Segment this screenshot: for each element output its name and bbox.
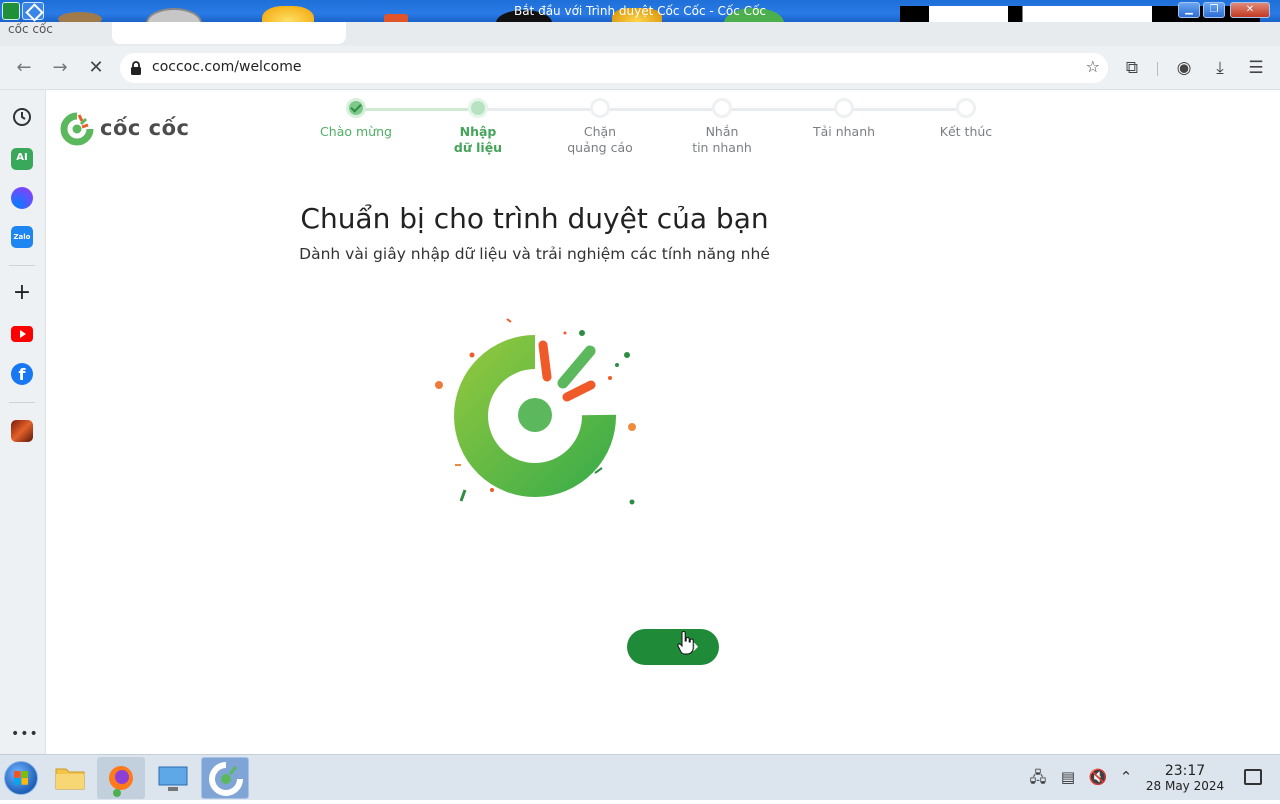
step-finish: Kết thúc bbox=[906, 98, 1026, 140]
step-dot bbox=[956, 98, 976, 118]
active-tab[interactable] bbox=[112, 22, 346, 44]
toolbar-divider bbox=[1157, 62, 1158, 76]
page-title: Chuẩn bị cho trình duyệt của bạn bbox=[300, 202, 769, 235]
game-icon[interactable] bbox=[11, 420, 33, 442]
step-label: Tải nhanh bbox=[812, 124, 876, 139]
back-button[interactable]: ← bbox=[12, 56, 36, 80]
tab-strip: cốc cốc bbox=[0, 22, 1280, 46]
remote-desktop-icon[interactable] bbox=[149, 757, 197, 799]
page-subtitle: Dành vài giây nhập dữ liệu và trải nghiệ… bbox=[299, 245, 770, 263]
taskbar: 🖧 ▤ 🔇 ⌃ 23:17 28 May 2024 bbox=[0, 754, 1280, 800]
firefox-icon[interactable] bbox=[97, 757, 145, 799]
youtube-icon[interactable] bbox=[11, 323, 33, 345]
star-icon[interactable]: ☆ bbox=[1086, 57, 1100, 76]
close-icon: ✕ bbox=[1245, 4, 1255, 15]
start-button[interactable] bbox=[4, 761, 38, 795]
restore-button[interactable]: ❐ bbox=[1203, 2, 1225, 18]
history-icon[interactable] bbox=[11, 106, 33, 128]
clock-time: 23:17 bbox=[1164, 763, 1206, 779]
step-messaging: Nhắn tin nhanh bbox=[662, 98, 782, 156]
coccoc-hero-logo-icon bbox=[435, 318, 636, 505]
stop-button[interactable]: ✕ bbox=[84, 56, 108, 80]
lock-icon bbox=[131, 61, 141, 75]
ai-icon[interactable]: AI bbox=[11, 148, 33, 170]
step-dot bbox=[590, 98, 610, 118]
notification-icon[interactable] bbox=[1244, 769, 1262, 785]
network-icon[interactable]: 🖧 bbox=[1028, 767, 1048, 787]
step-ad-block: Chặn quảng cáo bbox=[540, 98, 660, 156]
step-dot bbox=[834, 98, 854, 118]
step-label: Nhập dữ liệu bbox=[453, 124, 503, 155]
step-fast-download: Tải nhanh bbox=[784, 98, 904, 140]
menu-icon[interactable]: ☰ bbox=[1244, 56, 1268, 80]
extensions-icon[interactable]: ⧉ bbox=[1120, 56, 1144, 80]
welcome-page: cốc cốc Chào mừng Nhập dữ liệu Chặn quản… bbox=[47, 90, 1280, 754]
system-clock[interactable]: 23:17 28 May 2024 bbox=[1140, 763, 1230, 794]
step-dot bbox=[712, 98, 732, 118]
minimize-icon: ▁ bbox=[1185, 4, 1193, 15]
url-text[interactable]: coccoc.com/welcome bbox=[152, 59, 301, 75]
restore-icon: ❐ bbox=[1209, 4, 1219, 15]
step-dot bbox=[468, 98, 488, 118]
side-divider bbox=[9, 402, 35, 403]
clock-date: 28 May 2024 bbox=[1145, 779, 1225, 793]
clipboard-icon[interactable]: ▤ bbox=[1058, 767, 1078, 787]
step-import-data: Nhập dữ liệu bbox=[418, 98, 538, 156]
download-icon[interactable]: ⤓ bbox=[1208, 56, 1232, 80]
logo-text: cốc cốc bbox=[100, 116, 190, 140]
address-bar[interactable]: coccoc.com/welcome ☆ bbox=[120, 53, 1108, 83]
step-label: Chào mừng bbox=[320, 124, 392, 139]
zalo-icon[interactable]: Zalo bbox=[11, 226, 33, 248]
more-icon[interactable]: ••• bbox=[11, 726, 39, 742]
browser-toolbar: ← → ✕ coccoc.com/welcome ☆ ⧉ ◉ ⤓ ☰ bbox=[0, 46, 1280, 90]
next-button[interactable]: → bbox=[627, 629, 719, 665]
close-button[interactable]: ✕ bbox=[1230, 2, 1270, 18]
coccoc-icon[interactable] bbox=[201, 757, 249, 799]
side-panel: AI Zalo + f ••• bbox=[0, 90, 46, 754]
volume-muted-icon[interactable]: 🔇 bbox=[1088, 767, 1108, 787]
back-icon: ← bbox=[16, 57, 32, 78]
chevron-up-icon[interactable]: ⌃ bbox=[1116, 767, 1136, 787]
step-check-icon bbox=[346, 98, 366, 118]
profile-icon[interactable]: ◉ bbox=[1172, 56, 1196, 80]
tab-title-fragment[interactable]: cốc cốc bbox=[8, 22, 98, 36]
coccoc-logo-icon bbox=[60, 112, 94, 146]
file-explorer-icon[interactable] bbox=[46, 757, 94, 799]
coccoc-logo[interactable]: cốc cốc bbox=[60, 112, 200, 148]
add-icon[interactable]: + bbox=[11, 282, 33, 305]
hand-cursor-icon bbox=[677, 631, 694, 655]
forward-button[interactable]: → bbox=[48, 56, 72, 80]
messenger-icon[interactable] bbox=[11, 187, 33, 209]
step-label: Kết thúc bbox=[939, 124, 993, 139]
stop-icon: ✕ bbox=[88, 57, 104, 78]
step-label: Nhắn tin nhanh bbox=[692, 124, 752, 155]
window-titlebar: Bắt đầu với Trình duyệt Cốc Cốc - Cốc Cố… bbox=[0, 0, 1280, 38]
step-welcome: Chào mừng bbox=[296, 98, 416, 140]
minimize-button[interactable]: ▁ bbox=[1178, 2, 1200, 18]
facebook-icon[interactable]: f bbox=[11, 363, 33, 385]
side-divider bbox=[9, 265, 35, 266]
forward-icon: → bbox=[52, 57, 68, 78]
step-label: Chặn quảng cáo bbox=[567, 124, 633, 155]
